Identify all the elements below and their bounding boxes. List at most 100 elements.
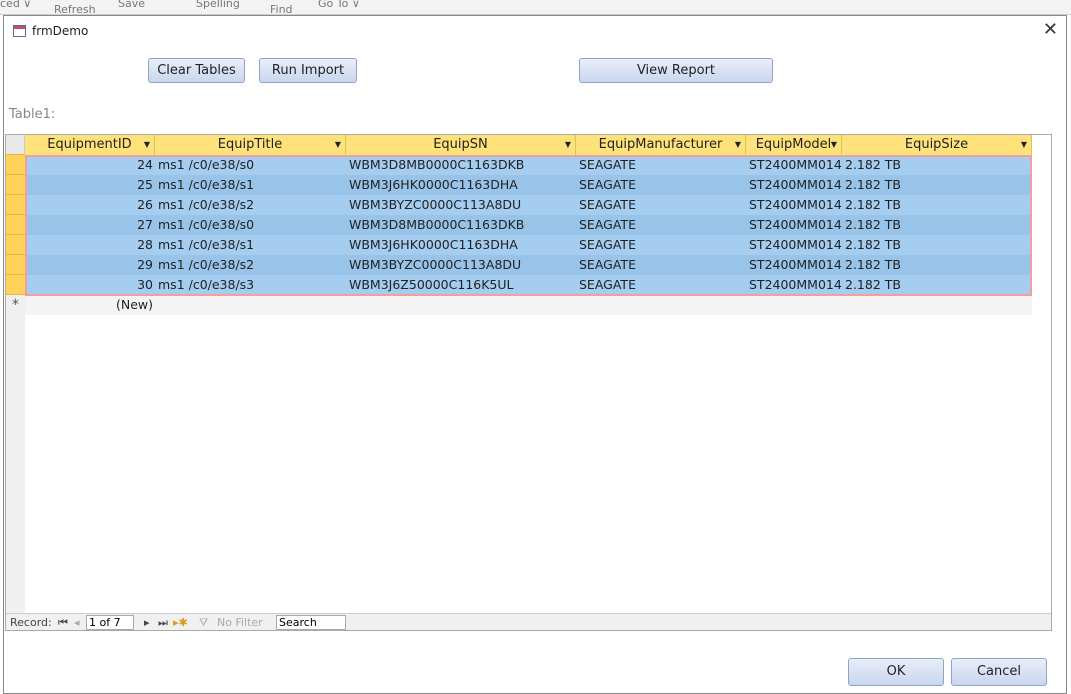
column-dropdown-icon[interactable]: ▼ bbox=[565, 135, 571, 155]
cell-equiptitle[interactable]: ms1 /c0/e38/s1 bbox=[155, 175, 346, 195]
cell-equipmanufacturer[interactable]: SEAGATE bbox=[576, 275, 746, 295]
ribbon-goto[interactable]: Go To ∨ bbox=[318, 0, 360, 10]
cell-equiptitle[interactable]: ms1 /c0/e38/s2 bbox=[155, 255, 346, 275]
record-label: Record: bbox=[10, 616, 52, 629]
row-selector[interactable] bbox=[6, 215, 25, 235]
run-import-button[interactable]: Run Import bbox=[259, 58, 357, 83]
close-icon[interactable]: ✕ bbox=[1043, 19, 1058, 40]
cell-equipmodel[interactable]: ST2400MM0149 bbox=[746, 195, 842, 215]
row-selector[interactable] bbox=[6, 255, 25, 275]
view-report-button[interactable]: View Report bbox=[579, 58, 773, 83]
row-selector[interactable] bbox=[6, 175, 25, 195]
cell-equipmanufacturer[interactable]: SEAGATE bbox=[576, 155, 746, 175]
form-icon bbox=[13, 25, 26, 37]
cell-equipmanufacturer[interactable]: SEAGATE bbox=[576, 215, 746, 235]
cell-equipmodel[interactable]: ST2400MM0149 bbox=[746, 215, 842, 235]
first-record-icon[interactable]: ⏮ bbox=[58, 616, 68, 630]
row-selector[interactable] bbox=[6, 235, 25, 255]
cell-equiptitle[interactable]: ms1 /c0/e38/s2 bbox=[155, 195, 346, 215]
cell-equipmodel[interactable]: ST2400MM0149 bbox=[746, 275, 842, 295]
last-record-icon[interactable]: ⏭ bbox=[158, 616, 168, 630]
no-filter-button[interactable]: No Filter bbox=[217, 616, 263, 629]
column-header-label: EquipSize bbox=[904, 137, 969, 152]
column-header-equipmodel[interactable]: EquipModel ▼ bbox=[746, 135, 842, 155]
cell-equipmanufacturer[interactable]: SEAGATE bbox=[576, 235, 746, 255]
column-dropdown-icon[interactable]: ▼ bbox=[1021, 135, 1027, 155]
new-record-icon[interactable]: ▸✱ bbox=[173, 616, 188, 629]
column-header-label: EquipModel bbox=[755, 137, 832, 152]
cell-equipmanufacturer[interactable]: SEAGATE bbox=[576, 195, 746, 215]
cell-equiptitle[interactable]: ms1 /c0/e38/s0 bbox=[155, 155, 346, 175]
column-dropdown-icon[interactable]: ▼ bbox=[144, 135, 150, 155]
new-record-row[interactable] bbox=[25, 295, 1032, 315]
table-label: Table1: bbox=[9, 107, 56, 122]
cell-equipmanufacturer[interactable]: SEAGATE bbox=[576, 255, 746, 275]
cell-equipsize[interactable]: 2.182 TB bbox=[842, 195, 1032, 215]
cell-equipmentid[interactable]: 29 bbox=[25, 255, 155, 275]
background-ribbon: ced ∨ Refresh Save Spelling Find Go To ∨ bbox=[0, 0, 1071, 15]
row-selector[interactable] bbox=[6, 275, 25, 295]
cell-equipsize[interactable]: 2.182 TB bbox=[842, 235, 1032, 255]
cell-equipmentid[interactable]: 25 bbox=[25, 175, 155, 195]
cancel-button[interactable]: Cancel bbox=[951, 658, 1047, 686]
prev-record-icon[interactable]: ◂ bbox=[74, 616, 80, 629]
window-title: frmDemo bbox=[32, 24, 89, 38]
column-header-equipmanufacturer[interactable]: EquipManufacturer ▼ bbox=[576, 135, 746, 155]
cell-equiptitle[interactable]: ms1 /c0/e38/s0 bbox=[155, 215, 346, 235]
cell-equipmentid[interactable]: 30 bbox=[25, 275, 155, 295]
column-dropdown-icon[interactable]: ▼ bbox=[735, 135, 741, 155]
ribbon-find[interactable]: Find bbox=[270, 3, 293, 14]
record-position-input[interactable]: 1 of 7 bbox=[86, 615, 134, 630]
title-bar: frmDemo ✕ bbox=[4, 16, 1066, 46]
cell-equipmentid[interactable]: 24 bbox=[25, 155, 155, 175]
cell-equipmanufacturer[interactable]: SEAGATE bbox=[576, 175, 746, 195]
ok-button[interactable]: OK bbox=[848, 658, 944, 686]
cell-equipsn[interactable]: WBM3D8MB0000C1163DKB bbox=[346, 155, 576, 175]
column-header-equipsn[interactable]: EquipSN ▼ bbox=[346, 135, 576, 155]
row-selector[interactable] bbox=[6, 155, 25, 175]
cell-equipsize[interactable]: 2.182 TB bbox=[842, 215, 1032, 235]
row-selector[interactable] bbox=[6, 195, 25, 215]
ribbon-refresh[interactable]: Refresh bbox=[54, 3, 96, 14]
ribbon-spelling[interactable]: Spelling bbox=[196, 0, 240, 10]
cell-equipmodel[interactable]: ST2400MM0149 bbox=[746, 175, 842, 195]
select-all-corner[interactable] bbox=[6, 135, 25, 155]
next-record-icon[interactable]: ▸ bbox=[144, 616, 150, 629]
cell-equipsn[interactable]: WBM3J6HK0000C1163DHA bbox=[346, 235, 576, 255]
column-header-label: EquipTitle bbox=[217, 137, 283, 152]
cell-equipsize[interactable]: 2.182 TB bbox=[842, 275, 1032, 295]
column-header-label: EquipSN bbox=[433, 137, 488, 152]
cell-equipsize[interactable]: 2.182 TB bbox=[842, 175, 1032, 195]
column-header-equiptitle[interactable]: EquipTitle ▼ bbox=[155, 135, 346, 155]
cell-equipmodel[interactable]: ST2400MM0149 bbox=[746, 255, 842, 275]
column-header-label: EquipmentID bbox=[47, 137, 132, 152]
cell-equipmodel[interactable]: ST2400MM0149 bbox=[746, 235, 842, 255]
cell-equipsize[interactable]: 2.182 TB bbox=[842, 255, 1032, 275]
new-record-label[interactable]: (New) bbox=[25, 295, 155, 315]
cell-equipmentid[interactable]: 26 bbox=[25, 195, 155, 215]
row-selector-column bbox=[6, 315, 25, 613]
column-header-label: EquipManufacturer bbox=[598, 137, 723, 152]
cell-equipmodel[interactable]: ST2400MM0149 bbox=[746, 155, 842, 175]
ribbon-advanced: ced ∨ bbox=[0, 0, 32, 10]
cell-equipsize[interactable]: 2.182 TB bbox=[842, 155, 1032, 175]
clear-tables-button[interactable]: Clear Tables bbox=[148, 58, 245, 83]
column-header-equipmentid[interactable]: EquipmentID ▼ bbox=[25, 135, 155, 155]
column-dropdown-icon[interactable]: ▼ bbox=[335, 135, 341, 155]
datasheet-grid[interactable]: Record: ⏮ ◂ 1 of 7 ▸ ⏭ ▸✱ ⛛ No Filter Se… bbox=[5, 134, 1052, 631]
cell-equipmentid[interactable]: 27 bbox=[25, 215, 155, 235]
cell-equiptitle[interactable]: ms1 /c0/e38/s1 bbox=[155, 235, 346, 255]
ribbon-save[interactable]: Save bbox=[118, 0, 145, 10]
column-dropdown-icon[interactable]: ▼ bbox=[831, 135, 837, 155]
cell-equipsn[interactable]: WBM3D8MB0000C1163DKB bbox=[346, 215, 576, 235]
record-navigation-bar: Record: ⏮ ◂ 1 of 7 ▸ ⏭ ▸✱ ⛛ No Filter Se… bbox=[6, 613, 1051, 630]
search-input[interactable]: Search bbox=[276, 615, 346, 630]
form-dialog: frmDemo ✕ Clear Tables Run Import View R… bbox=[3, 15, 1067, 694]
cell-equipsn[interactable]: WBM3BYZC0000C113A8DU bbox=[346, 195, 576, 215]
column-header-equipsize[interactable]: EquipSize ▼ bbox=[842, 135, 1032, 155]
cell-equipsn[interactable]: WBM3BYZC0000C113A8DU bbox=[346, 255, 576, 275]
cell-equipsn[interactable]: WBM3J6HK0000C1163DHA bbox=[346, 175, 576, 195]
cell-equipsn[interactable]: WBM3J6Z50000C116K5UL bbox=[346, 275, 576, 295]
cell-equipmentid[interactable]: 28 bbox=[25, 235, 155, 255]
cell-equiptitle[interactable]: ms1 /c0/e38/s3 bbox=[155, 275, 346, 295]
